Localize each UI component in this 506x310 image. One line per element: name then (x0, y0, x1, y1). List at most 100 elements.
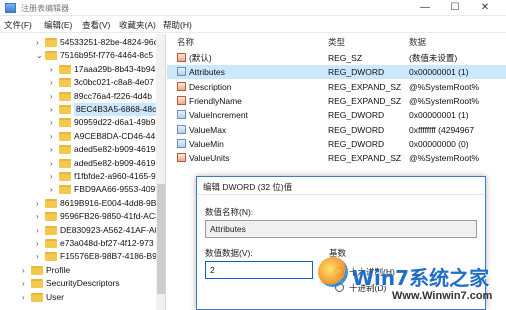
value-data: @%SystemRoot% (409, 81, 480, 92)
column-header-name[interactable]: 名称 (177, 36, 194, 50)
tree-expander-icon[interactable]: › (50, 170, 58, 183)
value-data-label: 数值数据(V): (205, 248, 253, 258)
value-row[interactable]: ValueMax REG_DWORD 0xffffffff (4294967 (167, 123, 506, 137)
tree-item[interactable]: › 54533251-82be-4824-96c (0, 36, 156, 49)
value-name: ValueUnits (189, 153, 230, 164)
menu-file[interactable]: 文件(F) (4, 19, 32, 31)
tree-item-label: e73a048d-bf27-4f12-973 (60, 238, 154, 248)
tree-item[interactable]: › aded5e82-b909-4619 (0, 143, 156, 156)
tree-expander-icon[interactable]: › (36, 210, 44, 223)
tree-expander-icon[interactable]: › (50, 90, 58, 103)
tree-item[interactable]: › A9CEB8DA-CD46-44F (0, 130, 156, 143)
value-name: FriendlyName (189, 95, 242, 106)
tree-expander-icon[interactable]: › (22, 264, 30, 277)
value-data: 0xffffffff (4294967 (409, 124, 475, 135)
folder-icon (59, 78, 71, 88)
value-row[interactable]: FriendlyName REG_EXPAND_SZ @%SystemRoot% (167, 94, 506, 108)
tree-item[interactable]: › DE830923-A562-41AF-A0 (0, 224, 156, 237)
value-data: @%SystemRoot% (409, 95, 480, 106)
value-row[interactable]: (默认) REG_SZ (数值未设置) (167, 51, 506, 65)
minimize-button[interactable]: — (408, 1, 442, 15)
menu-help[interactable]: 帮助(H) (163, 19, 192, 31)
tree-expander-icon[interactable]: › (50, 63, 58, 76)
tree-expander-icon[interactable]: › (50, 76, 58, 89)
value-data-input[interactable]: 2 (205, 261, 313, 279)
tree-item[interactable]: ⌄ 7516b95f-f776-4464-8c5 (0, 49, 156, 62)
tree-expander-icon[interactable]: › (50, 116, 58, 129)
tree-item-label: DE830923-A562-41AF-A0 (60, 224, 156, 235)
tree-item-label: aded5e82-b909-4619 (74, 157, 156, 168)
tree-expander-icon[interactable]: › (50, 103, 58, 116)
tree-item[interactable]: › Profile (0, 264, 156, 277)
value-row[interactable]: Description REG_EXPAND_SZ @%SystemRoot% (167, 80, 506, 94)
tree-expander-icon[interactable]: › (50, 183, 58, 196)
tree-item[interactable]: › e73a048d-bf27-4f12-973 (0, 237, 156, 250)
tree-item[interactable]: › F15576E8-98B7-4186-B94 (0, 250, 156, 263)
value-type: REG_DWORD (328, 138, 385, 149)
tree-expander-icon[interactable]: › (36, 237, 44, 250)
value-name: ValueMax (189, 124, 227, 135)
tree-expander-icon[interactable]: › (22, 277, 30, 290)
tree-item[interactable]: › User (0, 291, 156, 304)
tree-scrollbar[interactable] (156, 34, 165, 310)
tree-item-label: 7516b95f-f776-4464-8c5 (60, 50, 154, 61)
folder-icon (31, 292, 43, 302)
tree-item[interactable]: › 17aaa29b-8b43-4b94 (0, 63, 156, 76)
tree-expander-icon[interactable]: › (36, 36, 44, 49)
folder-icon (45, 51, 57, 61)
folder-icon (59, 185, 71, 195)
window-title: 注册表编辑器 (21, 4, 69, 13)
tree-item[interactable]: › 8619B916-E004-4dd8-9B (0, 197, 156, 210)
value-type: REG_DWORD (328, 110, 385, 121)
value-row[interactable]: ValueIncrement REG_DWORD 0x00000001 (1) (167, 108, 506, 122)
string-value-icon (177, 81, 186, 91)
tree-expander-icon[interactable]: ⌄ (36, 49, 44, 62)
tree-item-label: 17aaa29b-8b43-4b94 (74, 63, 156, 74)
tree-item[interactable]: › FBD9AA66-9553-4097 (0, 183, 156, 196)
folder-icon (45, 239, 57, 248)
watermark-url: Www.Winwin7.com (392, 290, 493, 302)
maximize-button[interactable]: ☐ (438, 1, 472, 15)
dialog-title-bar: 编辑 DWORD (32 位)值 (197, 177, 485, 195)
tree-expander-icon[interactable]: › (22, 291, 30, 304)
column-header-data[interactable]: 数据 (409, 36, 426, 50)
value-row[interactable]: ValueUnits REG_EXPAND_SZ @%SystemRoot% (167, 151, 506, 165)
tree-item-label: SecurityDescriptors (46, 278, 120, 289)
column-header-type[interactable]: 类型 (328, 36, 345, 50)
value-row[interactable]: Attributes REG_DWORD 0x00000001 (1) (167, 65, 506, 80)
menu-edit[interactable]: 编辑(E) (44, 19, 72, 31)
key-tree[interactable]: › 54533251-82be-4824-96c ⌄ 7516b95f-f776-44… (0, 34, 166, 310)
menu-favorites[interactable]: 收藏夹(A) (119, 19, 156, 31)
tree-expander-icon[interactable]: › (36, 250, 44, 263)
tree-item-label: Profile (46, 264, 71, 275)
menu-view[interactable]: 查看(V) (82, 19, 110, 31)
tree-item-label: 54533251-82be-4824-96c (60, 37, 156, 47)
value-name: ValueMin (189, 138, 224, 149)
tree-item[interactable]: › aded5e82-b909-4619 (0, 157, 156, 170)
tree-item-label: 9596FB26-9850-41fd-AC3 (60, 211, 156, 222)
value-data: 0x00000000 (0) (409, 138, 469, 149)
tree-expander-icon[interactable]: › (36, 224, 44, 237)
tree-expander-icon[interactable]: › (50, 130, 58, 143)
tree-item[interactable]: › 90959d22-d6a1-49b9 (0, 116, 156, 129)
tree-item[interactable]: › SecurityDescriptors (0, 277, 156, 290)
value-name: Description (189, 81, 232, 92)
tree-item[interactable]: › f1fbfde2-a960-4165-9 (0, 170, 156, 183)
tree-expander-icon[interactable]: › (50, 157, 58, 170)
tree-expander-icon[interactable]: › (36, 197, 44, 210)
watermark-brand: Win7系统之家 (352, 266, 490, 290)
tree-item-label: 89cc76a4-f226-4d4b (74, 90, 152, 101)
tree-scroll-thumb[interactable] (157, 184, 165, 294)
value-row[interactable]: ValueMin REG_DWORD 0x00000000 (0) (167, 137, 506, 151)
tree-item[interactable]: › 3c0bc021-c8a8-4e07 (0, 76, 156, 89)
tree-item[interactable]: › 8EC4B3A5-6868-48c2 (0, 103, 156, 116)
tree-item[interactable]: › 89cc76a4-f226-4d4b (0, 90, 156, 103)
folder-icon (59, 145, 71, 155)
value-type: REG_EXPAND_SZ (328, 95, 402, 106)
string-value-icon (177, 95, 186, 105)
tree-expander-icon[interactable]: › (50, 143, 58, 156)
registry-editor-icon (5, 3, 16, 13)
close-button[interactable]: ✕ (468, 1, 502, 15)
tree-item[interactable]: › 9596FB26-9850-41fd-AC3 (0, 210, 156, 223)
folder-icon (59, 64, 71, 74)
